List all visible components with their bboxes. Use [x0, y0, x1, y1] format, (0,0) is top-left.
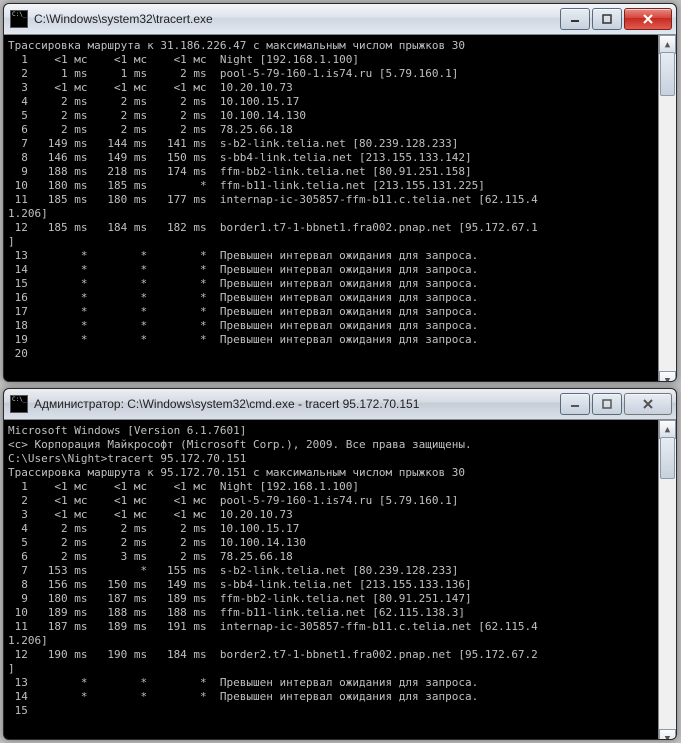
hop-row: 9 188 ms 218 ms 174 ms ffm-bb2-link.teli…	[8, 165, 658, 179]
minimize-button[interactable]	[560, 393, 590, 415]
maximize-button[interactable]	[592, 8, 622, 30]
console-area: Microsoft Windows [Version 6.1.7601]<c> …	[4, 420, 676, 740]
version-line: Microsoft Windows [Version 6.1.7601]	[8, 424, 658, 438]
scroll-down-button[interactable]: ▼	[659, 371, 676, 382]
scroll-track[interactable]	[659, 52, 676, 373]
tracert-window-1: C:\Windows\system32\tracert.exe Трассиро…	[3, 3, 677, 382]
cmd-icon	[10, 10, 28, 28]
timeout-row: 14 * * * Превышен интервал ожидания для …	[8, 690, 658, 704]
hop-row: 12 185 ms 184 ms 182 ms border1.t7-1-bbn…	[8, 221, 658, 235]
hop-row: 8 146 ms 149 ms 150 ms s-bb4-link.telia.…	[8, 151, 658, 165]
hop-wrap: 1.206]	[8, 634, 658, 648]
scroll-track[interactable]	[659, 437, 676, 731]
hop-row: 4 2 ms 2 ms 2 ms 10.100.15.17	[8, 95, 658, 109]
tracert-window-2: Администратор: C:\Windows\system32\cmd.e…	[3, 388, 677, 740]
hop-row: 4 2 ms 2 ms 2 ms 10.100.15.17	[8, 522, 658, 536]
hop-row: 8 156 ms 150 ms 149 ms s-bb4-link.telia.…	[8, 578, 658, 592]
hop-row: 11 185 ms 180 ms 177 ms internap-ic-3058…	[8, 193, 658, 207]
hop-row: 1 <1 мс <1 мс <1 мс Night [192.168.1.100…	[8, 53, 658, 67]
window-title: C:\Windows\system32\tracert.exe	[34, 12, 560, 26]
window-title: Администратор: C:\Windows\system32\cmd.e…	[34, 397, 560, 411]
hop-row: 2 1 ms 1 ms 2 ms pool-5-79-160-1.is74.ru…	[8, 67, 658, 81]
scroll-thumb[interactable]	[660, 437, 675, 479]
hop-row: 11 187 ms 189 ms 191 ms internap-ic-3058…	[8, 620, 658, 634]
hop-row: 9 180 ms 187 ms 189 ms ffm-bb2-link.teli…	[8, 592, 658, 606]
trace-header: Трассировка маршрута к 95.172.70.151 с м…	[8, 466, 658, 480]
titlebar[interactable]: Администратор: C:\Windows\system32\cmd.e…	[4, 389, 676, 420]
hop-row: 3 <1 мс <1 мс <1 мс 10.20.10.73	[8, 81, 658, 95]
timeout-row: 17 * * * Превышен интервал ожидания для …	[8, 305, 658, 319]
window-controls	[560, 8, 672, 30]
timeout-row: 19 * * * Превышен интервал ожидания для …	[8, 333, 658, 347]
hop-row: 3 <1 мс <1 мс <1 мс 10.20.10.73	[8, 508, 658, 522]
hop-row: 2 <1 мс <1 мс <1 мс pool-5-79-160-1.is74…	[8, 494, 658, 508]
timeout-row: 18 * * * Превышен интервал ожидания для …	[8, 319, 658, 333]
hop-wrap: 1.206]	[8, 207, 658, 221]
close-button[interactable]	[624, 8, 672, 30]
hop-row: 7 153 ms * 155 ms s-b2-link.telia.net [8…	[8, 564, 658, 578]
hop-row: 1 <1 мс <1 мс <1 мс Night [192.168.1.100…	[8, 480, 658, 494]
hop-row: 6 2 ms 3 ms 2 ms 78.25.66.18	[8, 550, 658, 564]
hop-row: 5 2 ms 2 ms 2 ms 10.100.14.130	[8, 109, 658, 123]
hop-row: 10 189 ms 188 ms 188 ms ffm-b11-link.tel…	[8, 606, 658, 620]
scroll-down-button[interactable]: ▼	[659, 729, 676, 740]
hop-row: 7 149 ms 144 ms 141 ms s-b2-link.telia.n…	[8, 137, 658, 151]
close-button[interactable]	[624, 393, 672, 415]
hop-row: 5 2 ms 2 ms 2 ms 10.100.14.130	[8, 536, 658, 550]
hop-row: 20	[8, 347, 658, 361]
minimize-button[interactable]	[560, 8, 590, 30]
titlebar[interactable]: C:\Windows\system32\tracert.exe	[4, 4, 676, 35]
timeout-row: 14 * * * Превышен интервал ожидания для …	[8, 263, 658, 277]
hop-row: 15	[8, 704, 658, 718]
timeout-row: 15 * * * Превышен интервал ожидания для …	[8, 277, 658, 291]
hop-wrap: ]	[8, 235, 658, 249]
scrollbar[interactable]: ▲ ▼	[658, 420, 676, 740]
trace-header: Трассировка маршрута к 31.186.226.47 с м…	[8, 39, 658, 53]
timeout-row: 13 * * * Превышен интервал ожидания для …	[8, 249, 658, 263]
scrollbar[interactable]: ▲ ▼	[658, 35, 676, 382]
hop-row: 6 2 ms 2 ms 2 ms 78.25.66.18	[8, 123, 658, 137]
prompt-line: C:\Users\Night>tracert 95.172.70.151	[8, 452, 658, 466]
hop-row: 10 180 ms 185 ms * ffm-b11-link.telia.ne…	[8, 179, 658, 193]
copyright-line: <c> Корпорация Майкрософт (Microsoft Cor…	[8, 438, 658, 452]
scroll-thumb[interactable]	[660, 52, 675, 96]
hop-wrap: ]	[8, 662, 658, 676]
timeout-row: 13 * * * Превышен интервал ожидания для …	[8, 676, 658, 690]
console-area: Трассировка маршрута к 31.186.226.47 с м…	[4, 35, 676, 382]
cmd-icon	[10, 395, 28, 413]
window-controls	[560, 393, 672, 415]
timeout-row: 16 * * * Превышен интервал ожидания для …	[8, 291, 658, 305]
hop-row: 12 190 ms 190 ms 184 ms border2.t7-1-bbn…	[8, 648, 658, 662]
maximize-button[interactable]	[592, 393, 622, 415]
